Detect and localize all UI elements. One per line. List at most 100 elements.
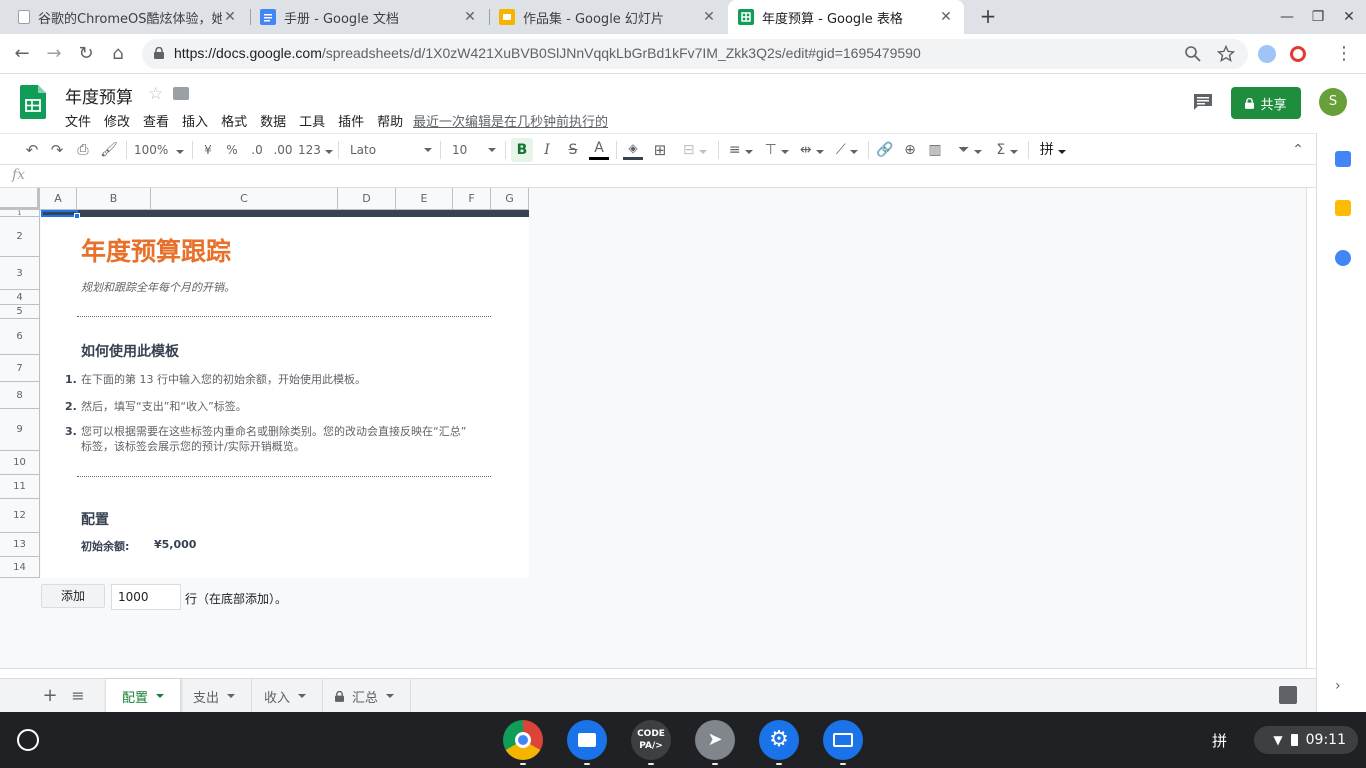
back-icon[interactable]: ← [10, 42, 34, 66]
reload-icon[interactable]: ↻ [74, 42, 98, 66]
row-header-7[interactable]: 7 [0, 355, 40, 382]
initial-balance-value[interactable]: ¥5,000 [154, 538, 196, 551]
row-header-4[interactable]: 4 [0, 290, 40, 305]
menu-data[interactable]: 数据 [260, 111, 286, 130]
merge-cells-icon[interactable]: ⊟ [678, 138, 712, 162]
row-header-9[interactable]: 9 [0, 409, 40, 451]
currency-format-button[interactable]: ¥ [199, 138, 217, 162]
menu-addons[interactable]: 插件 [338, 111, 364, 130]
comments-icon[interactable] [1193, 93, 1213, 111]
zoom-select[interactable]: 100% [134, 138, 186, 162]
explore-icon[interactable] [1279, 686, 1297, 704]
add-rows-count-input[interactable]: 1000 [111, 584, 181, 610]
column-header-b[interactable]: B [77, 188, 151, 210]
close-icon[interactable]: ✕ [938, 9, 954, 25]
sheet-tab-income[interactable]: 收入 [248, 679, 324, 713]
formula-bar[interactable]: fx [0, 166, 1316, 188]
close-icon[interactable]: ✕ [222, 9, 238, 25]
browser-tab-chromeos-article[interactable]: 谷歌的ChromeOS酷炫体验，她 ✕ [8, 0, 248, 34]
row-header-12[interactable]: 12 [0, 499, 40, 533]
column-header-c[interactable]: C [151, 188, 338, 210]
column-header-f[interactable]: F [453, 188, 491, 210]
redo-icon[interactable]: ↷ [47, 138, 67, 162]
print-icon[interactable]: ⎙ [73, 138, 93, 162]
forward-icon[interactable]: → [42, 42, 66, 66]
minimize-icon[interactable]: — [1276, 6, 1298, 28]
fill-handle[interactable] [74, 213, 80, 219]
sheets-logo-icon[interactable] [20, 85, 46, 119]
undo-icon[interactable]: ↶ [22, 138, 42, 162]
row-header-3[interactable]: 3 [0, 257, 40, 290]
window-close-icon[interactable]: ✕ [1338, 6, 1360, 28]
horizontal-scrollbar[interactable] [0, 668, 1316, 678]
input-tools-button[interactable]: 拼 [1036, 138, 1070, 162]
address-bar[interactable]: https://docs.google.com/spreadsheets/d/1… [142, 39, 1248, 69]
browser-tab-docs[interactable]: 手册 - Google 文档 ✕ [250, 0, 488, 34]
close-icon[interactable]: ✕ [462, 9, 478, 25]
row-header-13[interactable]: 13 [0, 533, 40, 557]
last-edit-link[interactable]: 最近一次编辑是在几秒钟前执行的 [413, 111, 608, 130]
vertical-align-icon[interactable]: ⊤ [762, 138, 792, 162]
insert-link-icon[interactable]: 🔗 [874, 138, 896, 162]
menu-view[interactable]: 查看 [143, 111, 169, 130]
home-icon[interactable]: ⌂ [106, 42, 130, 66]
launcher-icon[interactable] [17, 729, 39, 751]
sheet-content[interactable]: 年度预算跟踪 规划和跟踪全年每个月的开销。 如何使用此模板 1. 在下面的第 13… [41, 210, 529, 578]
extension-target-icon[interactable] [1290, 46, 1306, 62]
menu-file[interactable]: 文件 [65, 111, 91, 130]
text-rotation-icon[interactable]: ⟋ [832, 138, 862, 162]
input-method-indicator[interactable]: 拼 [1212, 730, 1227, 751]
column-header-e[interactable]: E [396, 188, 453, 210]
italic-button[interactable]: I [537, 138, 557, 162]
column-header-a[interactable]: A [40, 188, 77, 210]
bold-button[interactable]: B [511, 138, 533, 162]
status-tray[interactable]: ▼ 09:11 [1254, 726, 1358, 754]
files-app-icon[interactable] [567, 720, 607, 760]
add-sheet-icon[interactable]: + [38, 684, 62, 708]
bookmark-star-icon[interactable] [1217, 45, 1235, 63]
sheet-tab-config[interactable]: 配置 [106, 679, 182, 713]
horizontal-align-icon[interactable]: ≡ [726, 138, 756, 162]
font-size-select[interactable]: 10 [452, 138, 500, 162]
extension-icon[interactable] [1258, 45, 1276, 63]
row-header-1[interactable]: 1 [0, 210, 40, 217]
row-header-2[interactable]: 2 [0, 217, 40, 257]
share-button[interactable]: 共享 [1231, 87, 1301, 119]
insert-comment-icon[interactable]: ⊕ [900, 138, 920, 162]
font-select[interactable]: Lato [350, 138, 434, 162]
row-header-14[interactable]: 14 [0, 557, 40, 578]
select-all-corner[interactable] [0, 188, 40, 210]
row-header-11[interactable]: 11 [0, 475, 40, 499]
expand-panel-icon[interactable]: › [1335, 678, 1341, 694]
collapse-menus-icon[interactable]: ⌃ [1288, 138, 1308, 162]
vertical-scrollbar[interactable] [1306, 188, 1316, 668]
menu-edit[interactable]: 修改 [104, 111, 130, 130]
increase-decimal-button[interactable]: .00 [271, 138, 295, 162]
chrome-app-icon[interactable] [503, 720, 543, 760]
browser-tab-sheets[interactable]: 年度预算 - Google 表格 ✕ [728, 0, 964, 34]
browser-tab-slides[interactable]: 作品集 - Google 幻灯片 ✕ [489, 0, 727, 34]
calendar-icon[interactable] [1335, 151, 1351, 167]
borders-icon[interactable]: ⊞ [650, 138, 670, 162]
add-rows-button[interactable]: 添加 [41, 584, 105, 608]
fill-color-icon[interactable]: ◈ [623, 138, 643, 160]
sheet-tab-expenses[interactable]: 支出 [177, 679, 253, 713]
selected-cell[interactable] [41, 210, 78, 217]
spreadsheet-grid[interactable]: A B C D E F G 1 2 3 4 5 6 7 8 9 10 11 12… [0, 188, 1306, 668]
decrease-decimal-button[interactable]: .0 [246, 138, 268, 162]
column-header-d[interactable]: D [338, 188, 396, 210]
row-header-6[interactable]: 6 [0, 319, 40, 355]
strikethrough-button[interactable]: S [563, 138, 583, 162]
text-color-button[interactable]: A [589, 138, 609, 160]
keyboard-app-icon[interactable] [823, 720, 863, 760]
text-wrap-icon[interactable]: ⇹ [797, 138, 827, 162]
code-app-icon[interactable]: CODE PA/> [631, 720, 671, 760]
menu-help[interactable]: 帮助 [377, 111, 403, 130]
avatar[interactable]: S [1319, 88, 1347, 116]
sheet-tab-summary[interactable]: 汇总 [319, 679, 412, 713]
paint-format-icon[interactable]: 🖌 [99, 138, 119, 162]
more-formats-select[interactable]: 123 [298, 138, 333, 162]
percent-format-button[interactable]: % [223, 138, 241, 162]
filter-icon[interactable]: ⏷ [952, 138, 988, 162]
folder-icon[interactable] [173, 87, 189, 100]
